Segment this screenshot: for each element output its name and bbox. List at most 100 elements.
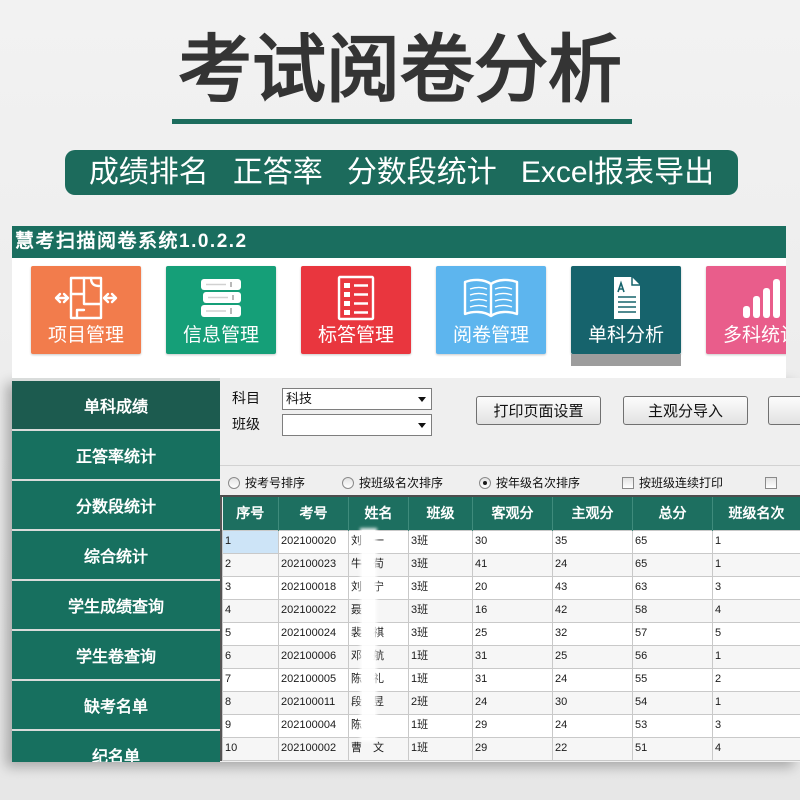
table-cell-class-rank[interactable]: 3 [712, 575, 800, 600]
table-cell-exam-number[interactable]: 202100005 [278, 667, 349, 692]
table-cell-total-score[interactable]: 56 [632, 644, 713, 669]
table-row[interactable]: 4 202100022 聂 3班 16 42 58 4 [222, 598, 800, 623]
table-row[interactable]: 2 202100023 牛 荀 3班 41 24 65 1 [222, 552, 800, 577]
table-row[interactable]: 10 202100002 曹 文 1班 29 22 51 4 [222, 736, 800, 761]
table-cell-class-rank[interactable]: 5 [712, 621, 800, 646]
table-cell-objective-score[interactable]: 24 [472, 690, 553, 715]
column-header-class[interactable]: 班级 [408, 497, 473, 530]
table-cell-class[interactable]: 2班 [408, 690, 473, 715]
table-cell-total-score[interactable]: 54 [632, 690, 713, 715]
table-cell-subjective-score[interactable]: 24 [552, 713, 633, 738]
table-cell-index[interactable]: 2 [222, 552, 279, 577]
column-header-exam-number[interactable]: 考号 [278, 497, 349, 530]
table-cell-total-score[interactable]: 65 [632, 552, 713, 577]
table-cell-name[interactable]: 陈 礼 [348, 667, 409, 692]
table-cell-class[interactable]: 3班 [408, 621, 473, 646]
table-cell-class-rank[interactable]: 4 [712, 736, 800, 761]
sort-by-grade-rank-radio[interactable]: 按年级名次排序 [479, 477, 580, 489]
print-page-setup-button[interactable]: 打印页面设置 [476, 396, 601, 425]
table-cell-class-rank[interactable]: 4 [712, 598, 800, 623]
table-cell-exam-number[interactable]: 202100002 [278, 736, 349, 761]
table-cell-exam-number[interactable]: 202100020 [278, 529, 349, 554]
table-cell-name[interactable]: 段 昱 [348, 690, 409, 715]
table-cell-objective-score[interactable]: 20 [472, 575, 553, 600]
tile-multi-subject-stats[interactable]: 多科统计 [706, 266, 786, 354]
table-cell-class-rank[interactable]: 1 [712, 529, 800, 554]
table-cell-index[interactable]: 8 [222, 690, 279, 715]
radio-indicator[interactable] [479, 477, 491, 489]
sort-by-exam-number-radio[interactable]: 按考号排序 [228, 477, 305, 489]
table-cell-name[interactable]: 刘 一 [348, 529, 409, 554]
table-cell-exam-number[interactable]: 202100006 [278, 644, 349, 669]
table-row[interactable]: 8 202100011 段 昱 2班 24 30 54 1 [222, 690, 800, 715]
table-row[interactable]: 1 202100020 刘 一 3班 30 35 65 1 [222, 529, 800, 554]
table-cell-exam-number[interactable]: 202100022 [278, 598, 349, 623]
print-by-class-checkbox[interactable]: 按班级连续打印 [622, 477, 723, 489]
table-cell-index[interactable]: 9 [222, 713, 279, 738]
column-header-name[interactable]: 姓名 [348, 497, 409, 530]
subject-select[interactable]: 科技 [282, 388, 432, 410]
table-cell-objective-score[interactable]: 31 [472, 667, 553, 692]
table-cell-exam-number[interactable]: 202100018 [278, 575, 349, 600]
checkbox-indicator[interactable] [622, 477, 634, 489]
sidebar-item-student-paper-query[interactable]: 学生卷查询 [12, 631, 220, 679]
table-cell-class[interactable]: 3班 [408, 552, 473, 577]
table-cell-class[interactable]: 1班 [408, 667, 473, 692]
table-cell-index[interactable]: 10 [222, 736, 279, 761]
table-cell-class-rank[interactable]: 1 [712, 644, 800, 669]
tile-answer-key-management[interactable]: 标答管理 [301, 266, 411, 354]
table-cell-name[interactable]: 刘 宁 [348, 575, 409, 600]
tile-info-management[interactable]: 信息管理 [166, 266, 276, 354]
table-cell-exam-number[interactable]: 202100011 [278, 690, 349, 715]
table-cell-subjective-score[interactable]: 42 [552, 598, 633, 623]
table-cell-total-score[interactable]: 53 [632, 713, 713, 738]
sidebar-item-accuracy-stats[interactable]: 正答率统计 [12, 431, 220, 479]
table-cell-exam-number[interactable]: 202100024 [278, 621, 349, 646]
column-header-total-score[interactable]: 总分 [632, 497, 713, 530]
table-cell-class-rank[interactable]: 1 [712, 552, 800, 577]
table-cell-class-rank[interactable]: 1 [712, 690, 800, 715]
table-cell-index[interactable]: 3 [222, 575, 279, 600]
sidebar-item-overall-stats[interactable]: 综合统计 [12, 531, 220, 579]
table-cell-total-score[interactable]: 63 [632, 575, 713, 600]
table-cell-class[interactable]: 1班 [408, 713, 473, 738]
sidebar-item-score-band-stats[interactable]: 分数段统计 [12, 481, 220, 529]
extra-print-checkbox[interactable] [765, 477, 777, 489]
sidebar-item-student-score-query[interactable]: 学生成绩查询 [12, 581, 220, 629]
table-row[interactable]: 3 202100018 刘 宁 3班 20 43 63 3 [222, 575, 800, 600]
class-select[interactable] [282, 414, 432, 436]
table-cell-name[interactable]: 邓 航 [348, 644, 409, 669]
table-cell-index[interactable]: 7 [222, 667, 279, 692]
table-cell-name[interactable]: 曹 文 [348, 736, 409, 761]
table-cell-objective-score[interactable]: 41 [472, 552, 553, 577]
sidebar-item-single-subject-scores[interactable]: 单科成绩 [12, 381, 220, 429]
table-cell-total-score[interactable]: 57 [632, 621, 713, 646]
table-cell-objective-score[interactable]: 29 [472, 713, 553, 738]
table-cell-subjective-score[interactable]: 24 [552, 552, 633, 577]
more-button[interactable] [768, 396, 800, 425]
table-row[interactable]: 7 202100005 陈 礼 1班 31 24 55 2 [222, 667, 800, 692]
table-cell-subjective-score[interactable]: 35 [552, 529, 633, 554]
table-cell-name[interactable]: 聂 [348, 598, 409, 623]
column-header-subjective-score[interactable]: 主观分 [552, 497, 633, 530]
table-row[interactable]: 5 202100024 裴 祺 3班 25 32 57 5 [222, 621, 800, 646]
table-cell-subjective-score[interactable]: 25 [552, 644, 633, 669]
tile-single-subject-analysis[interactable]: 单科分析 [571, 266, 681, 366]
table-cell-objective-score[interactable]: 29 [472, 736, 553, 761]
table-cell-index[interactable]: 6 [222, 644, 279, 669]
column-header-objective-score[interactable]: 客观分 [472, 497, 553, 530]
table-cell-subjective-score[interactable]: 30 [552, 690, 633, 715]
table-cell-index[interactable]: 1 [222, 529, 279, 554]
sort-by-class-rank-radio[interactable]: 按班级名次排序 [342, 477, 443, 489]
radio-indicator[interactable] [342, 477, 354, 489]
title-bar[interactable]: 慧考扫描阅卷系统1.0.2.2 [12, 226, 786, 258]
table-cell-total-score[interactable]: 55 [632, 667, 713, 692]
table-cell-exam-number[interactable]: 202100004 [278, 713, 349, 738]
table-cell-subjective-score[interactable]: 22 [552, 736, 633, 761]
table-cell-objective-score[interactable]: 25 [472, 621, 553, 646]
table-cell-objective-score[interactable]: 31 [472, 644, 553, 669]
import-subjective-scores-button[interactable]: 主观分导入 [623, 396, 748, 425]
column-header-index[interactable]: 序号 [222, 497, 279, 530]
table-cell-exam-number[interactable]: 202100023 [278, 552, 349, 577]
table-cell-class-rank[interactable]: 3 [712, 713, 800, 738]
